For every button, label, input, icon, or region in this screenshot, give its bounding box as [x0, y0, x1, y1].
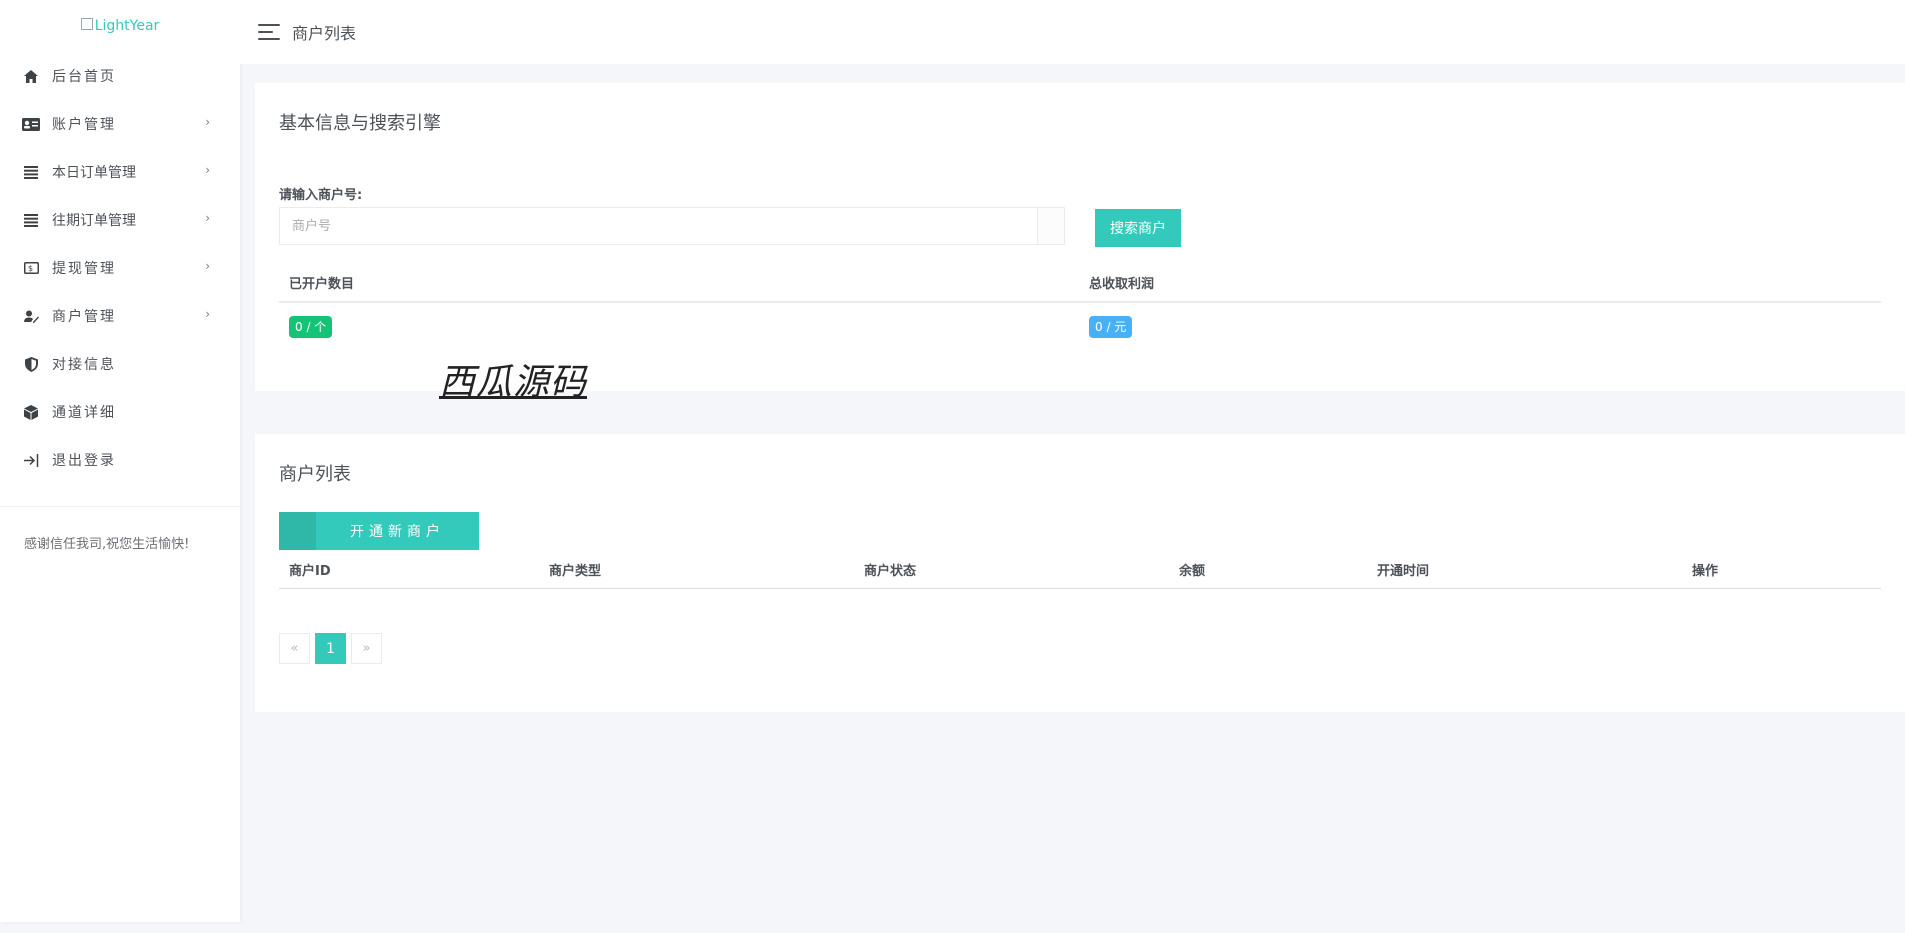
shield-icon: [22, 356, 40, 372]
pagination-next[interactable]: »: [351, 633, 382, 664]
sidebar-item-label: 退出登录: [52, 453, 116, 469]
button-lead-block: [279, 512, 316, 550]
total-profit-badge: 0 / 元: [1089, 316, 1133, 338]
chevron-right-icon: ›: [205, 259, 210, 273]
button-label: 开通新商户: [350, 524, 445, 540]
logo-alt-text: LightYear: [94, 18, 160, 34]
accounts-opened-header: 已开户数目: [289, 277, 355, 292]
card-title: 基本信息与搜索引擎: [279, 113, 441, 134]
money-icon: $: [22, 260, 40, 276]
sidebar-item-label: 往期订单管理: [52, 213, 136, 229]
broken-image-icon: [80, 18, 93, 30]
menu-toggle-icon[interactable]: [258, 24, 280, 40]
merchant-id-input-group: [279, 207, 1065, 245]
sidebar-item-home[interactable]: 后台首页: [0, 52, 240, 100]
pagination-page-current[interactable]: 1: [315, 633, 346, 664]
merchant-table-header: 商户ID 商户类型 商户状态 余额 开通时间 操作: [279, 560, 1881, 589]
list-icon: [22, 164, 40, 180]
column-header-open-time: 开通时间: [1377, 564, 1430, 579]
open-new-merchant-button[interactable]: 开通新商户: [279, 512, 479, 550]
accounts-count-badge: 0 / 个: [289, 316, 333, 338]
merchant-list-card: 商户列表 开通新商户 商户ID 商户类型 商户状态 余额 开通时间 操作 « 1…: [255, 434, 1905, 712]
total-profit-header: 总收取利润: [1089, 277, 1155, 292]
top-header: 商户列表: [240, 0, 1905, 64]
chevron-right-icon: ›: [205, 115, 210, 129]
sidebar-item-logout[interactable]: 退出登录: [0, 436, 240, 484]
chevron-right-icon: ›: [205, 307, 210, 321]
merchant-id-input[interactable]: [280, 208, 1037, 244]
merchant-id-label: 请输入商户号:: [279, 188, 363, 203]
sidebar-item-label: 提现管理: [52, 261, 116, 277]
input-addon: [1037, 208, 1064, 244]
search-merchant-button[interactable]: 搜索商户: [1095, 209, 1181, 247]
sidebar-item-label: 后台首页: [52, 69, 116, 85]
sidebar-item-label: 商户管理: [52, 309, 116, 325]
column-header-merchant-status: 商户状态: [864, 564, 917, 579]
svg-text:$: $: [27, 264, 34, 273]
sidebar-nav: 后台首页 账户管理 › 本日订单管理 › 往期订单管理 › $ 提现管理 › 商…: [0, 52, 240, 484]
column-header-merchant-id: 商户ID: [289, 564, 331, 579]
sidebar-item-integration[interactable]: 对接信息: [0, 340, 240, 388]
home-icon: [22, 68, 40, 84]
sidebar-item-label: 通道详细: [52, 405, 116, 421]
user-edit-icon: [22, 308, 40, 324]
pagination-prev[interactable]: «: [279, 633, 310, 664]
column-header-merchant-type: 商户类型: [549, 564, 602, 579]
pagination: « 1 »: [279, 633, 382, 664]
sidebar-item-today-orders[interactable]: 本日订单管理 ›: [0, 148, 240, 196]
sidebar: LightYear 后台首页 账户管理 › 本日订单管理 › 往期订单管理 › …: [0, 0, 240, 922]
sidebar-item-channels[interactable]: 通道详细: [0, 388, 240, 436]
info-search-card: 基本信息与搜索引擎 请输入商户号: 搜索商户 已开户数目 总收取利润 0 / 个…: [255, 83, 1905, 403]
page-title: 商户列表: [292, 24, 357, 43]
cube-icon: [22, 404, 40, 420]
column-header-actions: 操作: [1692, 564, 1719, 579]
sidebar-item-withdraw[interactable]: $ 提现管理 ›: [0, 244, 240, 292]
logo[interactable]: LightYear: [0, 0, 240, 52]
sidebar-item-label: 本日订单管理: [52, 165, 136, 181]
sidebar-footer-text: 感谢信任我司,祝您生活愉快!: [24, 537, 190, 552]
logout-icon: [22, 452, 40, 468]
stats-header: 已开户数目 总收取利润: [279, 273, 1881, 303]
chevron-right-icon: ›: [205, 211, 210, 225]
sidebar-item-account[interactable]: 账户管理 ›: [0, 100, 240, 148]
sidebar-item-merchants[interactable]: 商户管理 ›: [0, 292, 240, 340]
sidebar-item-past-orders[interactable]: 往期订单管理 ›: [0, 196, 240, 244]
column-header-balance: 余额: [1179, 564, 1206, 579]
sidebar-item-label: 账户管理: [52, 117, 116, 133]
card-title: 商户列表: [279, 464, 351, 485]
chevron-right-icon: ›: [205, 163, 210, 177]
list-icon: [22, 212, 40, 228]
sidebar-item-label: 对接信息: [52, 357, 116, 373]
id-card-icon: [22, 116, 40, 132]
watermark-text: 西瓜源码: [439, 362, 588, 403]
